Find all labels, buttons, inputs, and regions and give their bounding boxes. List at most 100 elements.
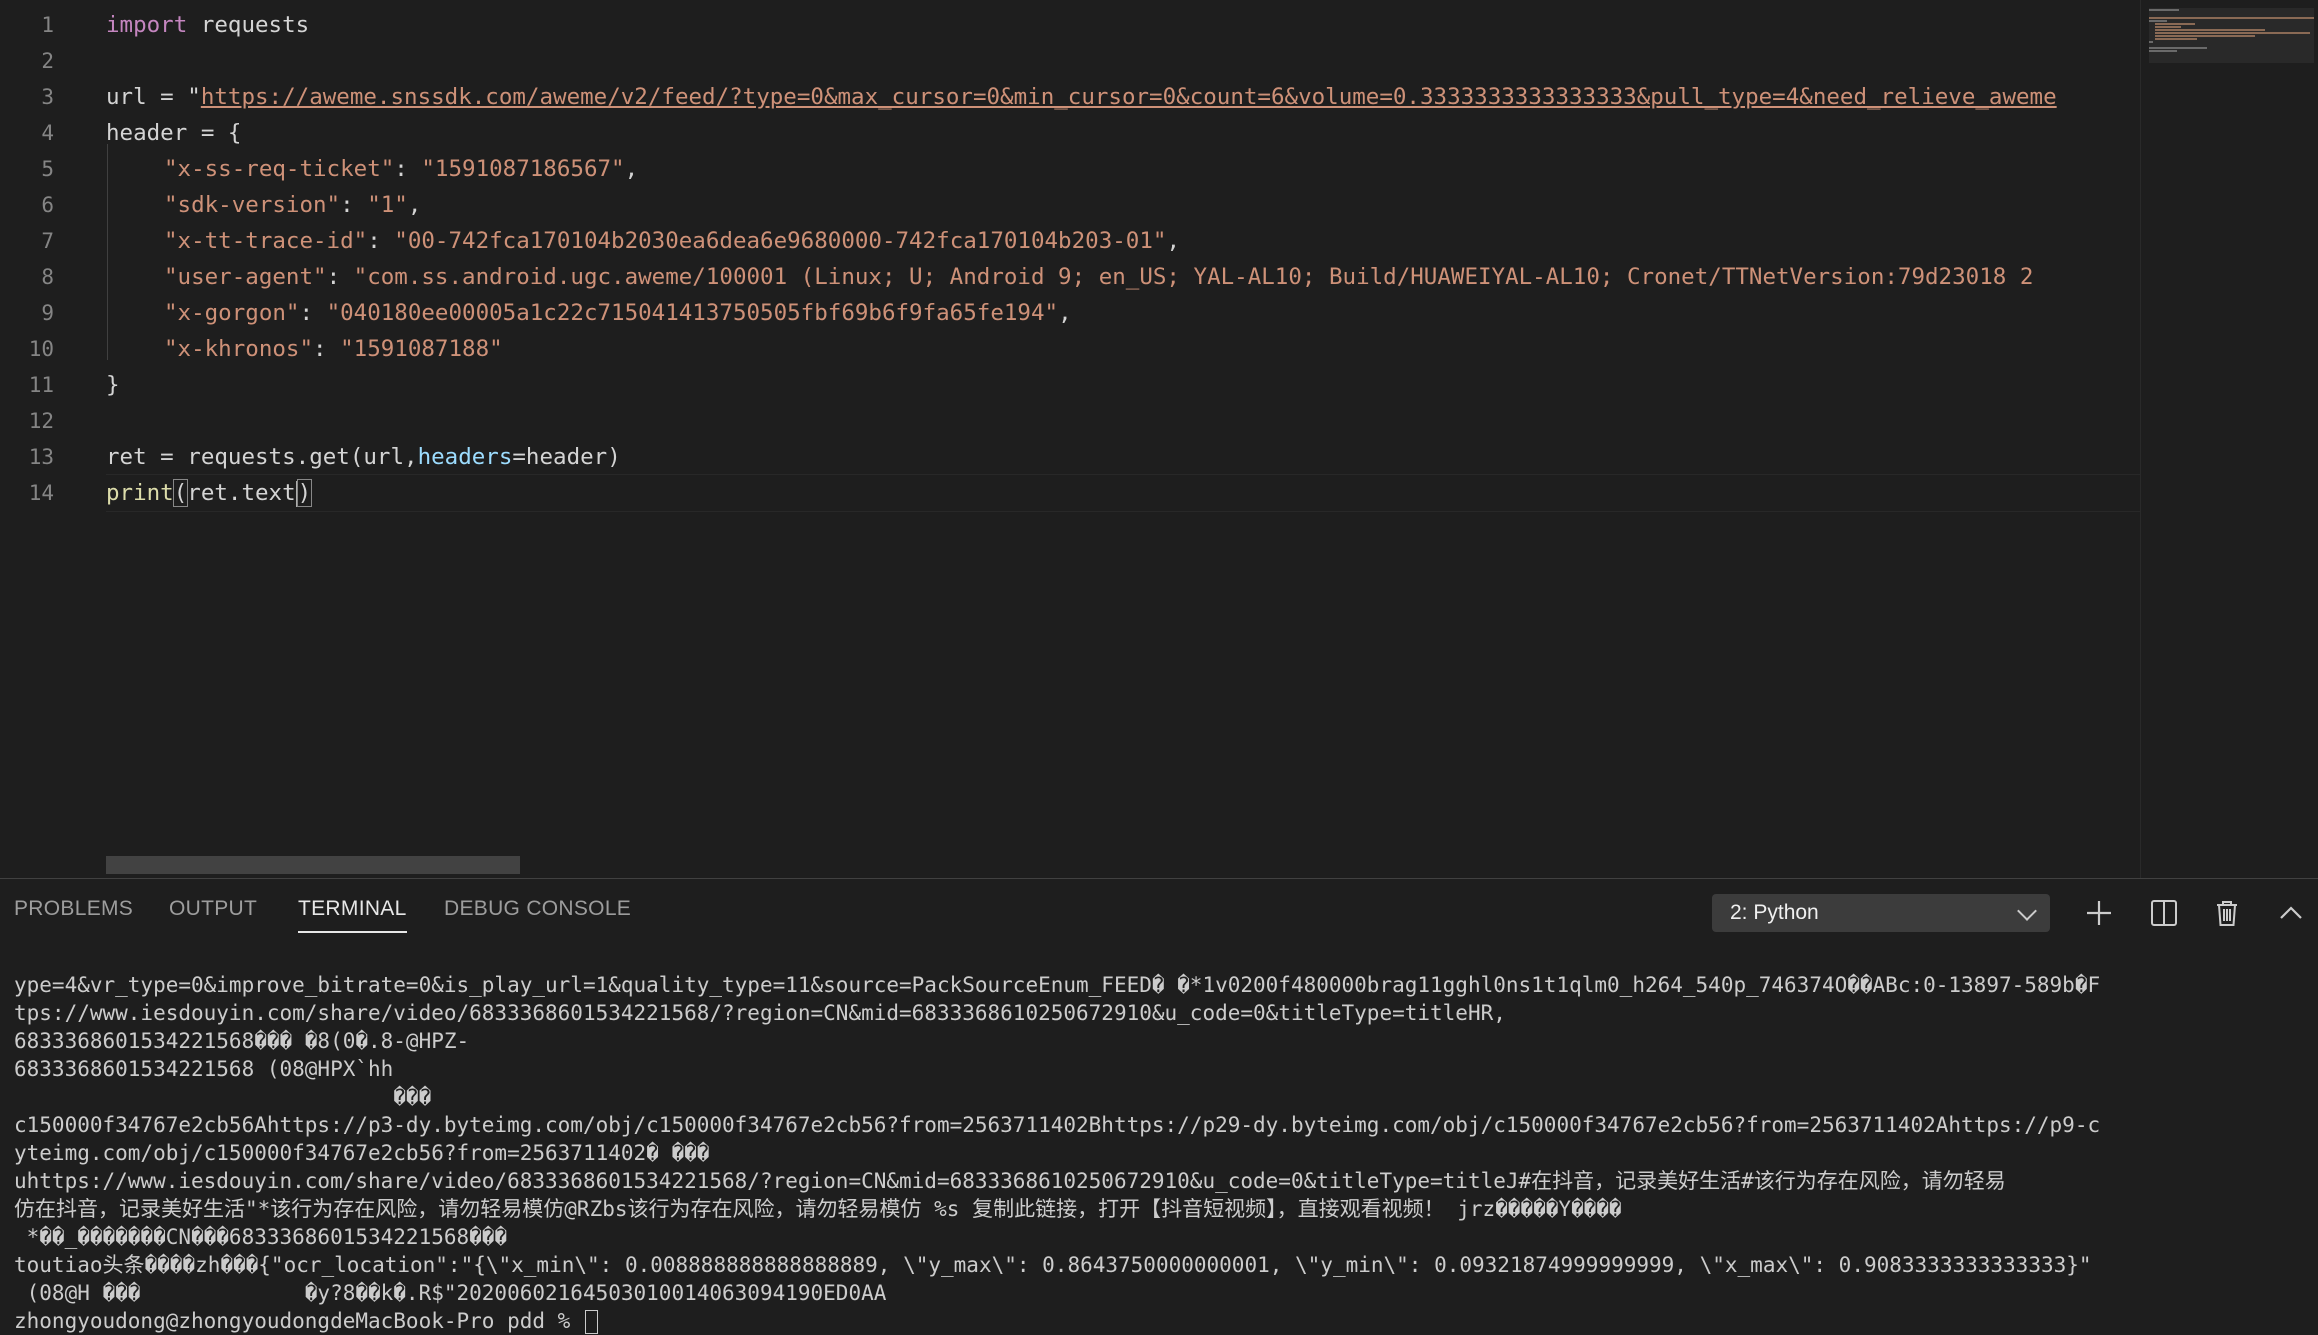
code-text: requests <box>187 12 310 38</box>
minimap-line <box>2155 29 2265 31</box>
separator: : <box>326 264 354 290</box>
dict-key: "x-khronos" <box>164 336 314 362</box>
dict-key: "x-ss-req-ticket" <box>164 156 395 182</box>
line-number: 9 <box>41 301 54 325</box>
terminal-prompt-line[interactable]: zhongyoudong@zhongyoudongdeMacBook-Pro p… <box>14 1307 598 1335</box>
bracket-match: ) <box>296 479 313 507</box>
minimap-line <box>2155 32 2310 34</box>
line-number: 13 <box>28 445 54 469</box>
line-number: 14 <box>28 481 54 505</box>
minimap-line <box>2155 26 2181 28</box>
line-number: 4 <box>41 121 54 145</box>
minimap-line <box>2149 50 2177 52</box>
code-line-4[interactable]: header = { <box>106 115 241 151</box>
code-text: =header) <box>512 444 621 470</box>
comma: , <box>1058 300 1072 326</box>
terminal-line: ��� <box>14 1085 432 1109</box>
dict-key: "x-tt-trace-id" <box>164 228 368 254</box>
minimap-line <box>2149 47 2207 49</box>
terminal-line: yteimg.com/obj/c150000f34767e2cb56?from=… <box>14 1141 710 1165</box>
minimap-line <box>2155 35 2255 37</box>
code-editor[interactable]: 1 2 3 4 5 6 7 8 9 10 11 12 13 14 import … <box>0 0 2140 878</box>
separator: : <box>367 228 395 254</box>
code-text: } <box>106 372 120 398</box>
terminal-line: 6833368601534221568 (08@HPX`hh <box>14 1057 394 1081</box>
plus-icon[interactable] <box>2082 896 2116 930</box>
tab-problems[interactable]: PROBLEMS <box>14 879 133 939</box>
terminal-prompt: zhongyoudong@zhongyoudongdeMacBook-Pro p… <box>14 1309 583 1333</box>
indent-guide <box>107 144 108 360</box>
trash-icon[interactable] <box>2210 896 2244 930</box>
terminal-line: *��_�������CN���6833368601534221568��� <box>14 1225 508 1249</box>
terminal-line: c150000f34767e2cb56Ahttps://p3-dy.byteim… <box>14 1113 2101 1137</box>
code-text: header = { <box>106 120 242 146</box>
dict-value: "1591087188" <box>340 336 503 362</box>
tab-debug-console[interactable]: DEBUG CONSOLE <box>444 879 631 939</box>
dict-value: "com.ss.android.ugc.aweme/100001 (Linux;… <box>353 264 2034 290</box>
terminal-line: (08@H ��� �y?8��k�.R$"202006021645030100… <box>14 1281 887 1305</box>
code-line-5[interactable]: "x-ss-req-ticket": "1591087186567", <box>164 151 638 187</box>
bottom-panel: PROBLEMS OUTPUT TERMINAL DEBUG CONSOLE 2… <box>0 878 2318 1335</box>
line-number: 12 <box>28 409 54 433</box>
line-number-gutter: 1 2 3 4 5 6 7 8 9 10 11 12 13 14 <box>0 0 70 878</box>
code-line-8[interactable]: "user-agent": "com.ss.android.ugc.aweme/… <box>164 259 2033 295</box>
terminal-selector-value: 2: Python <box>1730 901 1819 924</box>
dict-value: "040180ee00005a1c22c715041413750505fbf69… <box>326 300 1059 326</box>
line-number: 5 <box>41 157 54 181</box>
dict-value: "1591087186567" <box>421 156 625 182</box>
minimap-line <box>2149 41 2153 43</box>
separator: : <box>340 192 368 218</box>
code-line-3[interactable]: url = "https://aweme.snssdk.com/aweme/v2… <box>106 79 2057 115</box>
line-number: 1 <box>41 13 54 37</box>
code-line-1[interactable]: import requests <box>106 7 309 43</box>
line-number: 11 <box>28 373 54 397</box>
minimap-line <box>2149 9 2179 11</box>
keyword: import <box>106 12 188 38</box>
line-number: 8 <box>41 265 54 289</box>
url-link[interactable]: https://aweme.snssdk.com/aweme/v2/feed/?… <box>201 84 2057 110</box>
code-line-7[interactable]: "x-tt-trace-id": "00-742fca170104b2030ea… <box>164 223 1180 259</box>
code-text: url = " <box>106 84 201 110</box>
code-line-14[interactable]: print(ret.text) <box>106 475 313 511</box>
separator: : <box>313 336 341 362</box>
horizontal-scrollbar[interactable] <box>106 856 520 874</box>
terminal-line: tps://www.iesdouyin.com/share/video/6833… <box>14 1001 1506 1025</box>
minimap-line <box>2155 38 2197 40</box>
minimap[interactable] <box>2140 0 2318 878</box>
separator: : <box>299 300 327 326</box>
terminal-line: 6833368601534221568��� �8(0�.8-@HPZ- <box>14 1029 470 1053</box>
minimap-line <box>2155 23 2195 25</box>
chevron-up-icon[interactable] <box>2274 896 2308 930</box>
code-line-13[interactable]: ret = requests.get(url,headers=header) <box>106 439 621 475</box>
dict-value: "00-742fca170104b2030ea6dea6e9680000-742… <box>394 228 1167 254</box>
current-line-highlight <box>106 474 2140 512</box>
terminal-line: uhttps://www.iesdouyin.com/share/video/6… <box>14 1169 2006 1193</box>
terminal-cursor <box>584 1310 598 1334</box>
tab-terminal[interactable]: TERMINAL <box>298 879 407 939</box>
code-line-10[interactable]: "x-khronos": "1591087188" <box>164 331 503 367</box>
code-text: ret.text <box>187 480 296 506</box>
terminal-selector[interactable]: 2: Python <box>1712 894 2050 932</box>
code-line-9[interactable]: "x-gorgon": "040180ee00005a1c22c71504141… <box>164 295 1072 331</box>
line-number: 3 <box>41 85 54 109</box>
dict-key: "user-agent" <box>164 264 327 290</box>
terminal-line: toutiao头条����zh���{"ocr_location":"{\"x_… <box>14 1253 2092 1277</box>
function-name: print <box>106 480 174 506</box>
chevron-down-icon <box>2017 901 2037 921</box>
separator: : <box>394 156 422 182</box>
minimap-line <box>2149 17 2314 19</box>
line-number: 2 <box>41 49 54 73</box>
code-line-6[interactable]: "sdk-version": "1", <box>164 187 421 223</box>
line-number: 10 <box>28 337 54 361</box>
minimap-line <box>2149 20 2167 22</box>
comma: , <box>1166 228 1180 254</box>
line-number: 7 <box>41 229 54 253</box>
code-line-11[interactable]: } <box>106 367 120 403</box>
keyword-argument: headers <box>417 444 513 470</box>
split-icon[interactable] <box>2147 896 2181 930</box>
dict-key: "sdk-version" <box>164 192 341 218</box>
terminal-line: ype=4&vr_type=0&improve_bitrate=0&is_pla… <box>14 973 2101 997</box>
line-number: 6 <box>41 193 54 217</box>
terminal-line: 仿在抖音，记录美好生活"*该行为存在风险，请勿轻易模仿@RZbs该行为存在风险，… <box>14 1197 1622 1221</box>
tab-output[interactable]: OUTPUT <box>169 879 257 939</box>
